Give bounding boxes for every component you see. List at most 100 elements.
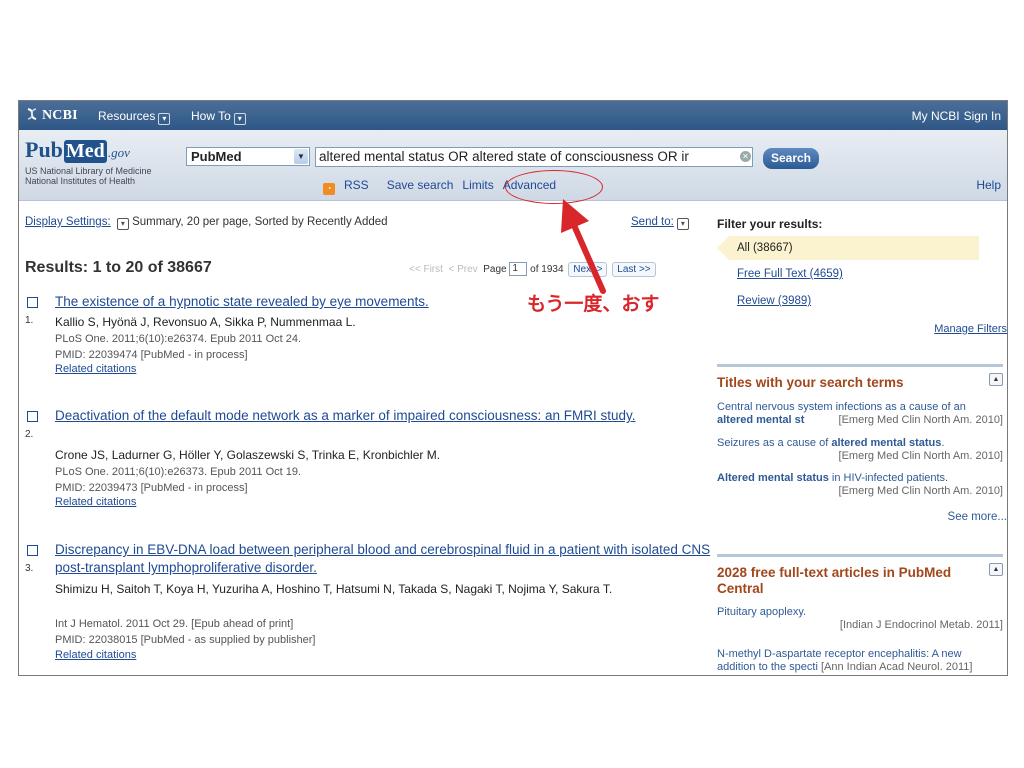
resources-menu[interactable]: Resources ▾	[98, 109, 171, 125]
result-pmid: PMID: 22038015 [PubMed - as supplied by …	[55, 634, 316, 646]
first-page-link[interactable]: << First	[409, 264, 443, 275]
ncbi-brand: NCBI	[42, 108, 78, 123]
display-settings-value: Summary, 20 per page, Sorted by Recently…	[132, 216, 388, 228]
result-checkbox[interactable]	[27, 411, 38, 422]
clear-icon[interactable]: ✕	[740, 151, 751, 162]
ncbi-top-bar: NCBI Resources ▾ How To ▾ My NCBI Sign In	[19, 101, 1007, 130]
my-ncbi-link[interactable]: My NCBI	[912, 109, 960, 123]
ncbi-logo[interactable]: NCBI	[25, 107, 78, 124]
see-more-link[interactable]: See more...	[948, 511, 1007, 523]
database-select[interactable]: PubMed ▼	[186, 147, 310, 166]
collapse-icon[interactable]: ▲	[989, 373, 1003, 386]
result-pmid: PMID: 22039474 [PubMed - in process]	[55, 349, 248, 361]
search-button[interactable]: Search	[763, 148, 819, 169]
title-result[interactable]: Altered mental status in HIV-infected pa…	[717, 472, 1003, 498]
page-label: Page	[483, 264, 507, 275]
send-to-menu[interactable]: Send to: ▾	[631, 216, 689, 230]
rss-link[interactable]: ◔ RSS	[323, 178, 378, 195]
result-journal: Int J Hematol. 2011 Oct 29. [Epub ahead …	[55, 618, 294, 630]
result-number: 1.	[25, 315, 34, 326]
title-journal: [Emerg Med Clin North Am. 2010]	[838, 450, 1003, 462]
title-bold: Altered mental status	[717, 472, 829, 484]
logo-subtitle: US National Library of Medicine National…	[25, 166, 152, 186]
result-authors: Crone JS, Ladurner G, Höller Y, Golaszew…	[55, 448, 441, 462]
result-item: 2. Deactivation of the default mode netw…	[25, 407, 705, 522]
title-bold: altered mental status	[831, 437, 942, 449]
logo-pub: Pub	[25, 137, 63, 162]
pubmed-logo[interactable]: Pub Med .gov US National Library of Medici…	[25, 137, 152, 186]
database-value: PubMed	[191, 149, 242, 164]
help-link[interactable]: Help	[976, 178, 1001, 192]
logo-sub2: National Institutes of Health	[25, 176, 136, 186]
title-text: in HIV-infected patients.	[828, 472, 949, 484]
free-article-journal: [Indian J Endocrinol Metab. 2011]	[839, 619, 1003, 631]
display-settings-link[interactable]: Display Settings:	[25, 216, 111, 228]
sign-in-link[interactable]: Sign In	[964, 109, 1001, 123]
result-journal: PLoS One. 2011;6(10):e26373. Epub 2011 O…	[55, 466, 302, 478]
collapse-icon[interactable]: ▲	[989, 563, 1003, 576]
pubmed-header: Pub Med .gov US National Library of Medici…	[19, 130, 1007, 204]
page-number-input[interactable]: 1	[509, 262, 528, 277]
prev-page-link[interactable]: < Prev	[448, 264, 477, 275]
result-item: 3. Discrepancy in EBV-DNA load between p…	[25, 541, 710, 675]
result-checkbox[interactable]	[27, 545, 38, 556]
logo-gov: .gov	[107, 145, 130, 160]
resources-label: Resources	[98, 109, 156, 123]
title-bold: altered mental st	[717, 414, 805, 426]
chevron-down-icon: ▾	[676, 218, 689, 230]
save-search-link[interactable]: Save search	[387, 178, 454, 192]
howto-label: How To	[191, 109, 231, 123]
logo-med: Med	[63, 140, 107, 163]
free-article[interactable]: Pituitary apoplexy. [Indian J Endocrinol…	[717, 606, 1003, 632]
related-citations-link[interactable]: Related citations	[55, 363, 136, 375]
browser-frame: NCBI Resources ▾ How To ▾ My NCBI Sign In P…	[18, 100, 1008, 676]
result-title-link[interactable]: Discrepancy in EBV-DNA load between peri…	[55, 541, 715, 577]
ncbi-helix-icon	[27, 108, 37, 120]
title-result[interactable]: Central nervous system infections as a c…	[717, 401, 1003, 427]
result-authors: Shimizu H, Saitoh T, Koya H, Yuzuriha A,…	[55, 582, 613, 596]
title-journal: [Emerg Med Clin North Am. 2010]	[838, 414, 1003, 426]
free-articles-heading: 2028 free full-text articles in PubMed C…	[717, 565, 952, 596]
section-divider	[717, 364, 1003, 367]
filter-review[interactable]: Review (3989)	[737, 295, 811, 307]
free-article-journal: [Ann Indian Acad Neurol. 2011]	[820, 661, 973, 673]
display-settings: Display Settings: ▾ Summary, 20 per page…	[25, 216, 388, 230]
title-journal: [Emerg Med Clin North Am. 2010]	[838, 485, 1003, 497]
howto-menu[interactable]: How To ▾	[191, 109, 246, 125]
free-article-title: Pituitary apoplexy.	[717, 606, 807, 618]
manage-filters-link[interactable]: Manage Filters	[934, 323, 1007, 335]
related-citations-link[interactable]: Related citations	[55, 496, 136, 508]
annotation-text: もう一度、おす	[527, 293, 660, 315]
logo-sub1: US National Library of Medicine	[25, 166, 152, 176]
rss-icon: ◔	[323, 183, 335, 195]
title-text: Central nervous system infections as a c…	[717, 401, 966, 413]
chevron-down-icon: ▾	[233, 113, 246, 125]
result-checkbox[interactable]	[27, 297, 38, 308]
chevron-down-icon: ▼	[294, 149, 308, 164]
filter-label: Filter your results:	[717, 217, 823, 231]
result-journal: PLoS One. 2011;6(10):e26374. Epub 2011 O…	[55, 333, 302, 345]
title-text: Seizures as a cause of	[717, 437, 832, 449]
result-number: 3.	[25, 563, 34, 574]
account-links: My NCBI Sign In	[908, 109, 1001, 123]
result-pmid: PMID: 22039473 [PubMed - in process]	[55, 482, 248, 494]
chevron-down-icon: ▾	[158, 113, 171, 125]
filter-pointer	[717, 236, 729, 260]
annotation-arrow-icon	[561, 199, 606, 294]
result-title-link[interactable]: Deactivation of the default mode network…	[55, 407, 715, 425]
title-result[interactable]: Seizures as a cause of altered mental st…	[717, 437, 1003, 463]
result-authors: Kallio S, Hyönä J, Revonsuo A, Sikka P, …	[55, 315, 356, 329]
free-article[interactable]: N-methyl D-aspartate receptor encephalit…	[717, 648, 1003, 674]
limits-link[interactable]: Limits	[462, 178, 493, 192]
chevron-down-icon[interactable]: ▾	[116, 218, 129, 230]
filter-all[interactable]: All (38667)	[729, 236, 979, 260]
search-input[interactable]: altered mental status OR altered state o…	[315, 147, 753, 167]
rss-label: RSS	[344, 178, 369, 192]
result-number: 2.	[25, 429, 34, 440]
related-citations-link[interactable]: Related citations	[55, 649, 136, 661]
send-to-label: Send to:	[631, 216, 674, 228]
results-count: Results: 1 to 20 of 38667	[25, 259, 212, 276]
filter-free-full-text[interactable]: Free Full Text (4659)	[737, 268, 843, 280]
section-divider	[717, 554, 1003, 557]
titles-heading: Titles with your search terms	[717, 375, 904, 390]
